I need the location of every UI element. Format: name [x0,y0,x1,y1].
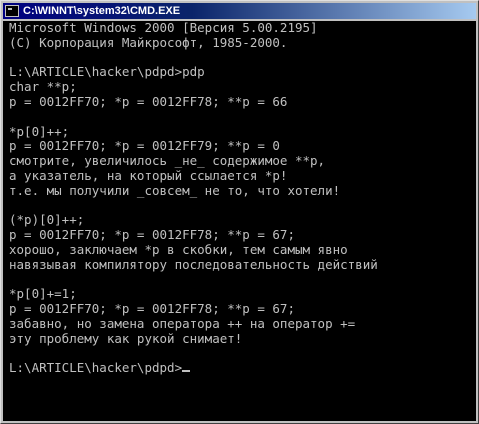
console-line: т.е. мы получили _совсем_ не то, что хот… [9,183,341,198]
console-output[interactable]: Microsoft Windows 2000 [Версия 5.00.2195… [3,21,476,421]
console-line: p = 0012FF70; *p = 0012FF78; **p = 66 [9,94,288,109]
console-line: (C) Корпорация Майкрософт, 1985-2000. [9,35,288,50]
console-line: (*p)[0]++; [9,213,85,228]
prompt-line[interactable]: L:\ARTICLE\hacker\pdpd> [9,361,476,376]
console-line: забавно, но замена оператора ++ на опера… [9,316,356,331]
text-cursor [182,370,191,373]
console-line: L:\ARTICLE\hacker\pdpd>pdp [9,65,205,80]
prompt-text: L:\ARTICLE\hacker\pdpd> [9,361,183,376]
console-line: смотрите, увеличилось _не_ содержимое **… [9,154,326,169]
console-line: *p[0]++; [9,124,70,139]
console-line: char **p; [9,80,77,95]
console-line: *p[0]+=1; [9,287,77,302]
title-bar[interactable]: C:\WINNT\system32\CMD.EXE [3,3,476,19]
console-line: навязывая компилятору последовательность… [9,257,378,272]
cmd-icon[interactable] [5,5,19,17]
console-line: а указатель, на который ссылается *p! [9,168,288,183]
console-line: эту проблему как рукой снимает! [9,331,243,346]
console-line: p = 0012FF70; *p = 0012FF79; **p = 0 [9,139,280,154]
console-line: Microsoft Windows 2000 [Версия 5.00.2195… [9,21,318,35]
cmd-window: C:\WINNT\system32\CMD.EXE Microsoft Wind… [0,0,479,424]
console-line: p = 0012FF70; *p = 0012FF78; **p = 67; [9,302,295,317]
console-line: p = 0012FF70; *p = 0012FF78; **p = 67; [9,228,295,243]
console-line: хорошо, заключаем *p в скобки, тем самым… [9,242,348,257]
window-title: C:\WINNT\system32\CMD.EXE [23,5,181,17]
